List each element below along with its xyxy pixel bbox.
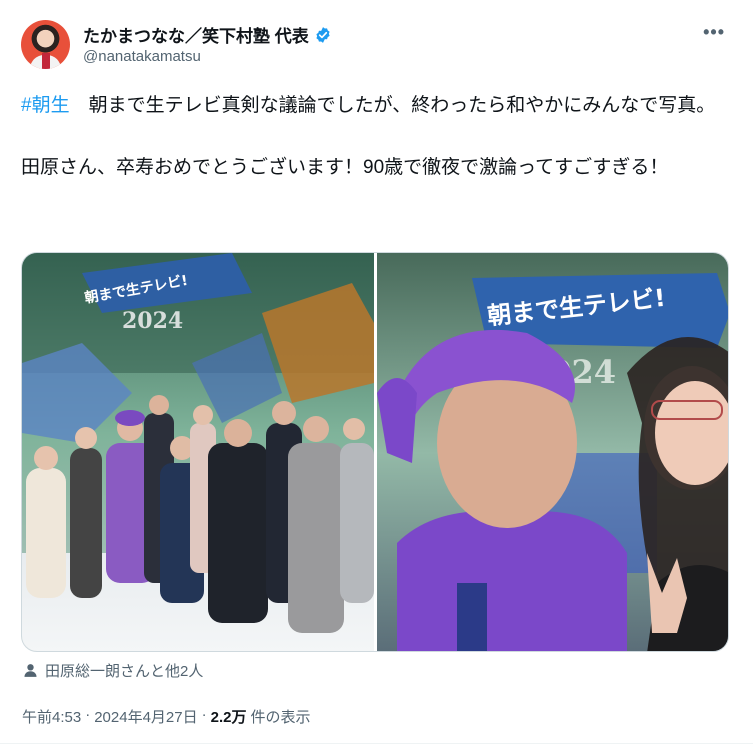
tweet-text: #朝生 朝まで生テレビ真剣な議論でしたが、終わったら和やかにみんなで写真。 田原…	[21, 90, 721, 183]
tweet-time[interactable]: 午前4:53	[22, 706, 81, 727]
more-options-icon[interactable]: •••	[703, 22, 725, 43]
group-photo-image: 2024 朝まで生テレビ!	[22, 253, 374, 651]
group-photo[interactable]: 2024 朝まで生テレビ!	[22, 253, 374, 651]
author-handle[interactable]: @nanatakamatsu	[83, 48, 201, 65]
media-grid: 2024 朝まで生テレビ! 朝まで生テレビ!	[21, 252, 729, 652]
author-name-row: たかまつなな／笑下村塾 代表	[83, 22, 332, 47]
meta-separator: ·	[85, 706, 91, 723]
selfie-photo-image: 朝まで生テレビ! 2024	[377, 253, 728, 651]
author-display-name[interactable]: たかまつなな／笑下村塾 代表	[83, 22, 309, 47]
tweet-date[interactable]: 2024年4月27日	[94, 706, 197, 727]
selfie-photo[interactable]: 朝まで生テレビ! 2024	[377, 253, 728, 651]
tagged-users[interactable]: 田原総一朗さんと他2人	[22, 660, 203, 681]
verified-badge-icon	[316, 26, 330, 43]
views-label: 件の表示	[250, 709, 311, 726]
person-icon	[24, 664, 37, 677]
views-count[interactable]: 2.2万	[211, 706, 247, 727]
tweet-card: たかまつなな／笑下村塾 代表 @nanatakamatsu ••• #朝生 朝ま…	[0, 0, 753, 744]
tweet-meta: 午前4:53 · 2024年4月27日 · 2.2万 件の表示	[22, 706, 310, 727]
author-avatar[interactable]	[21, 20, 70, 69]
meta-separator: ·	[201, 706, 207, 723]
set-year-text: 2024	[122, 308, 183, 334]
tagged-users-label: 田原総一朗さんと他2人	[45, 663, 204, 680]
hashtag-link[interactable]: #朝生	[21, 95, 70, 116]
tweet-body: 朝まで生テレビ真剣な議論でしたが、終わったら和やかにみんなで写真。 田原さん、卒…	[21, 95, 716, 178]
